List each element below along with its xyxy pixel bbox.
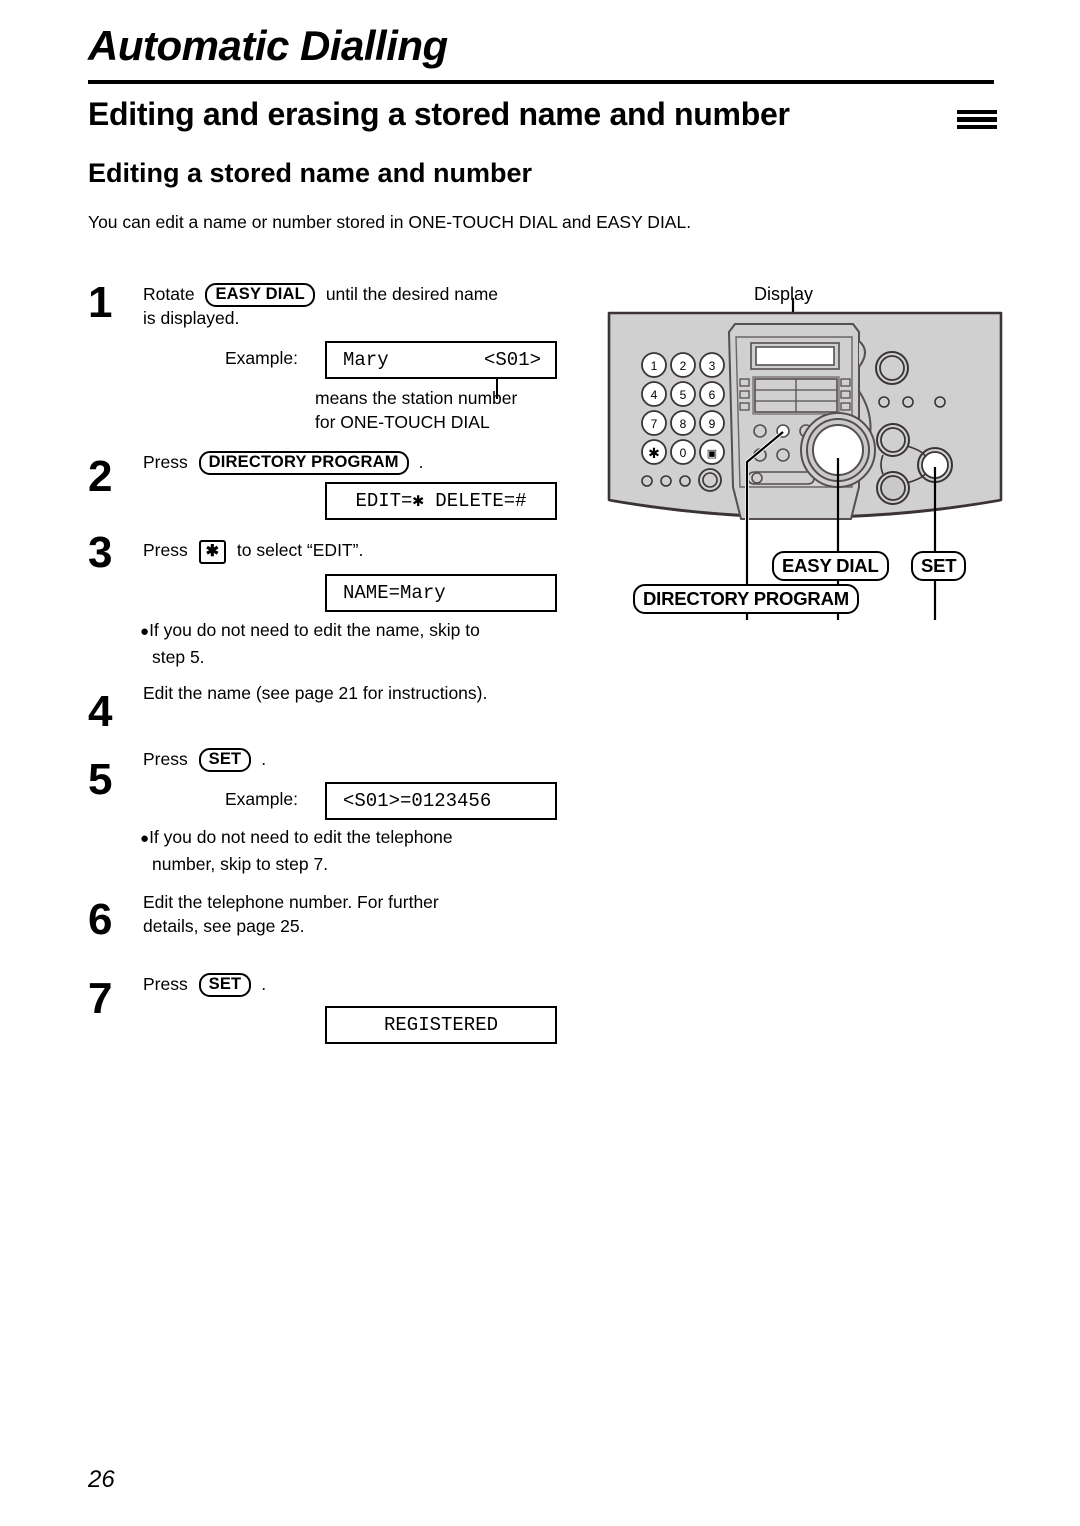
intro-paragraph: You can edit a name or number stored in … [88,212,692,232]
lcd-display-step-3: NAME=Mary [325,574,557,612]
subsection-heading: Editing a stored name and number [88,158,533,188]
easy-dial-key-legend: EASY DIAL [205,283,315,307]
step-3-note-line-2: step 5. [152,647,205,667]
svg-text:1: 1 [651,359,658,373]
step-number-4: 4 [88,687,113,736]
step-3-note-text: If you do not need to edit the name, ski… [149,620,480,640]
callout-set: SET [911,551,967,581]
step-5-example-label: Example: [225,789,298,809]
step-2-line-1: Press DIRECTORY PROGRAM . [143,450,423,475]
svg-text:6: 6 [709,388,716,402]
lcd-display-step-2: EDIT=✱ DELETE=# [325,482,557,520]
lcd-screen [755,346,835,366]
lcd-step-3-text: NAME=Mary [343,582,446,604]
callout-directory-program: DIRECTORY PROGRAM [633,584,859,614]
section-marker-icon [957,110,997,129]
set-key-legend-step-7: SET [198,973,252,997]
svg-text:✱: ✱ [648,445,660,461]
lcd-display-step-5: <S01>=0123456 [325,782,557,820]
lcd-step-1-station: <S01> [483,349,541,371]
section-heading: Editing and erasing a stored name and nu… [88,96,790,132]
bullet-dot-icon: ● [140,830,150,847]
svg-text:3: 3 [709,359,716,373]
set-key-legend-step-5: SET [198,748,252,772]
step-4-text: Edit the name (see page 21 for instructi… [143,683,488,703]
step-number-6: 6 [88,895,113,944]
step-1-annotation-line-1: means the station number [315,388,518,408]
svg-text:2: 2 [680,359,687,373]
svg-text:8: 8 [680,417,687,431]
step-1-line-2: is displayed. [143,308,240,328]
step-5-text-after: . [261,749,267,769]
svg-text:5: 5 [680,388,687,402]
step-1-line-1: Rotate EASY DIAL until the desired name [143,282,498,307]
directory-program-key-legend: DIRECTORY PROGRAM [198,451,409,475]
step-3-line-1: Press ✱ to select “EDIT”. [143,538,363,564]
asterisk-key-legend: ✱ [198,540,227,564]
step-5-note-text: If you do not need to edit the telephone [149,827,453,847]
step-number-3: 3 [88,528,113,577]
lcd-step-1-name: Mary [343,349,389,371]
step-3-text-after: to select “EDIT”. [236,540,364,560]
step-3-text-before: Press [143,540,188,560]
lcd-display-step-7: REGISTERED [325,1006,557,1044]
step-7-text-before: Press [143,974,188,994]
step-6-line-2: details, see page 25. [143,916,305,936]
step-5-line-1: Press SET . [143,747,266,772]
lcd-step-2-text: EDIT=✱ DELETE=# [355,490,527,512]
step-6-line-1: Edit the telephone number. For further [143,892,439,912]
lcd-display-step-1: Mary <S01> [325,341,557,379]
step-number-5: 5 [88,755,113,804]
step-2-text-before: Press [143,452,188,472]
svg-text:7: 7 [651,417,658,431]
step-5-note-line-1: ●If you do not need to edit the telephon… [140,825,453,851]
step-number-2: 2 [88,452,113,501]
lcd-step-7-text: REGISTERED [383,1014,499,1036]
step-1-text-before: Rotate [143,284,195,304]
step-1-example-label: Example: [225,348,298,368]
svg-text:0: 0 [680,446,687,460]
svg-text:▣: ▣ [707,448,717,460]
page-number: 26 [88,1466,115,1493]
step-1-text-after: until the desired name [325,284,499,304]
step-7-text-after: . [261,974,267,994]
bullet-dot-icon: ● [140,623,150,640]
step-5-text-before: Press [143,749,188,769]
callout-easy-dial: EASY DIAL [772,551,889,581]
title-divider [88,80,994,84]
svg-text:4: 4 [651,388,658,402]
lcd-step-5-text: <S01>=0123456 [343,790,492,812]
svg-text:9: 9 [709,417,716,431]
step-3-note-line-1: ●If you do not need to edit the name, sk… [140,618,480,644]
page-title: Automatic Dialling [88,22,448,69]
step-number-1: 1 [88,278,113,327]
step-7-line-1: Press SET . [143,972,266,997]
step-2-text-after: . [418,452,424,472]
step-number-7: 7 [88,974,113,1023]
step-5-note-line-2: number, skip to step 7. [152,854,329,874]
step-1-annotation-line-2: for ONE-TOUCH DIAL [315,412,490,432]
